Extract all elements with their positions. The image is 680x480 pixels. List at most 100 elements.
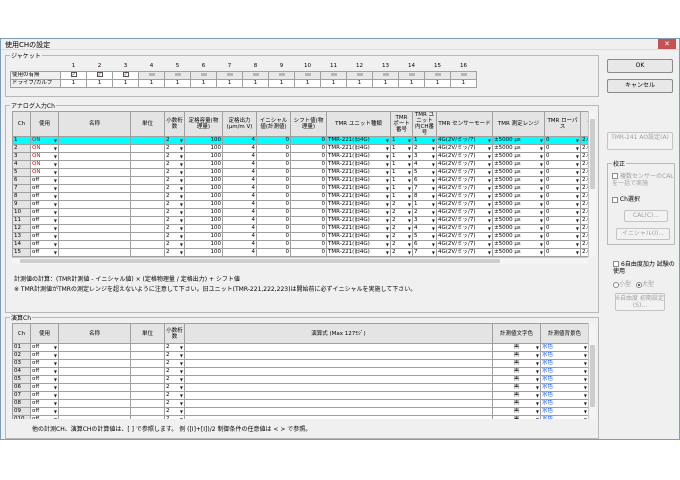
filter-field[interactable]: 2.0 [580,248,588,257]
calc-decimal-select[interactable]: 2 [164,375,185,384]
sensor-mode-select[interactable]: 4G(2V/ミッ/7) [436,160,493,169]
lowpass-select[interactable]: 0 [544,160,581,169]
output-field[interactable]: 4 [222,184,257,193]
calc-row[interactable]: 04off 2 黒水色 [12,367,588,376]
jacket-drive-cell[interactable]: 1 [346,78,373,88]
lowpass-select[interactable]: 0 [544,224,581,233]
tmr-unit-select[interactable]: TMR-221(旧4G) [326,216,391,225]
range-select[interactable]: ±5000 με [492,192,545,201]
analog-row[interactable]: 3ON2100400TMR-221(旧4G)134G(2V/ミッ/7)±5000… [12,152,588,161]
jacket-unused-box[interactable] [200,72,207,76]
tmr-inch-select[interactable]: 5 [412,232,437,241]
jacket-drive-cell[interactable]: 1 [112,78,139,88]
output-field[interactable]: 4 [222,200,257,209]
calc-row[interactable]: 02off 2 黒水色 [12,351,588,360]
calc-unit-field[interactable] [130,367,165,376]
decimal-select[interactable]: 2 [164,200,185,209]
capacity-field[interactable]: 100 [184,168,223,177]
calc-use-select[interactable]: off [30,367,59,376]
tmr-unit-select[interactable]: TMR-221(旧4G) [326,192,391,201]
calc-unit-field[interactable] [130,359,165,368]
tmr-unit-select[interactable]: TMR-221(旧4G) [326,208,391,217]
capacity-field[interactable]: 100 [184,248,223,257]
tmr-inch-select[interactable]: 1 [412,136,437,145]
tmr-unit-select[interactable]: TMR-221(旧4G) [326,248,391,257]
calc-row[interactable]: 01off 2 黒水色 [12,343,588,352]
tmr-inch-select[interactable]: 3 [412,216,437,225]
capacity-field[interactable]: 100 [184,208,223,217]
jacket-drive-cell[interactable]: 1 [294,78,321,88]
lowpass-select[interactable]: 0 [544,176,581,185]
decimal-select[interactable]: 2 [164,224,185,233]
jacket-unused-box[interactable] [174,72,181,76]
jacket-unused-box[interactable] [434,72,441,76]
range-select[interactable]: ±5000 με [492,232,545,241]
capacity-field[interactable]: 100 [184,216,223,225]
tmr-port-select[interactable]: 2 [390,240,413,249]
lowpass-select[interactable]: 0 [544,192,581,201]
initial-field[interactable]: 0 [256,184,291,193]
jacket-drive-cell[interactable]: 1 [60,78,87,88]
name-field[interactable] [58,168,131,177]
text-color-select[interactable]: 黒 [492,383,541,392]
calc-unit-field[interactable] [130,383,165,392]
tmr-port-select[interactable]: 1 [390,160,413,169]
six-dof-init-button[interactable]: 6自由度 初期設定(S)... [615,293,665,311]
bg-color-select[interactable]: 水色 [540,407,588,416]
name-field[interactable] [58,240,131,249]
jacket-use-cell[interactable] [450,70,477,80]
unit-field[interactable] [130,160,165,169]
name-field[interactable] [58,232,131,241]
shift-field[interactable]: 0 [290,152,327,161]
calc-unit-field[interactable] [130,415,165,419]
use-select[interactable]: off [30,200,59,209]
bg-color-select[interactable]: 水色 [540,399,588,408]
tmr-port-select[interactable]: 2 [390,216,413,225]
jacket-unused-box[interactable] [382,72,389,76]
unit-field[interactable] [130,224,165,233]
filter-field[interactable]: 2.0 [580,152,588,161]
capacity-field[interactable]: 100 [184,232,223,241]
sensor-mode-select[interactable]: 4G(2V/ミッ/7) [436,216,493,225]
initial-field[interactable]: 0 [256,248,291,257]
decimal-select[interactable]: 2 [164,208,185,217]
bg-color-select[interactable]: 水色 [540,343,588,352]
shift-field[interactable]: 0 [290,232,327,241]
initial-field[interactable]: 0 [256,240,291,249]
shift-field[interactable]: 0 [290,224,327,233]
bg-color-select[interactable]: 水色 [540,415,588,419]
output-field[interactable]: 4 [222,240,257,249]
calc-formula-field[interactable] [184,399,493,408]
tmr-inch-select[interactable]: 6 [412,240,437,249]
tmr-inch-select[interactable]: 5 [412,168,437,177]
calc-decimal-select[interactable]: 2 [164,399,185,408]
initial-field[interactable]: 0 [256,144,291,153]
decimal-select[interactable]: 2 [164,152,185,161]
tmr-unit-select[interactable]: TMR-221(旧4G) [326,184,391,193]
range-select[interactable]: ±5000 με [492,216,545,225]
output-field[interactable]: 4 [222,224,257,233]
unit-field[interactable] [130,240,165,249]
use-select[interactable]: off [30,184,59,193]
decimal-select[interactable]: 2 [164,136,185,145]
jacket-use-cell[interactable]: ✓ [60,70,87,80]
calc-formula-field[interactable] [184,359,493,368]
tmr-unit-select[interactable]: TMR-221(旧4G) [326,152,391,161]
filter-field[interactable]: 2.0 [580,208,588,217]
filter-field[interactable]: 2.0 [580,160,588,169]
filter-field[interactable]: 2.0 [580,176,588,185]
initial-field[interactable]: 0 [256,208,291,217]
tmr-inch-select[interactable]: 7 [412,184,437,193]
calc-use-select[interactable]: off [30,407,59,416]
tmr-inch-select[interactable]: 3 [412,152,437,161]
initial-field[interactable]: 0 [256,224,291,233]
jacket-drive-cell[interactable]: 1 [138,78,165,88]
jacket-use-cell[interactable] [346,70,373,80]
shift-field[interactable]: 0 [290,184,327,193]
bg-color-select[interactable]: 水色 [540,375,588,384]
name-field[interactable] [58,192,131,201]
range-select[interactable]: ±5000 με [492,200,545,209]
filter-field[interactable]: 2.0 [580,168,588,177]
name-field[interactable] [58,184,131,193]
lowpass-select[interactable]: 0 [544,232,581,241]
